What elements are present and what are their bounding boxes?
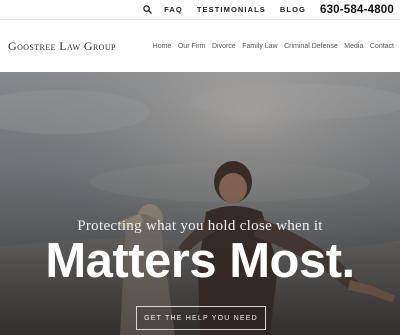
hero-section: Protecting what you hold close when it M… [0,72,400,335]
utility-bar: FAQ TESTIMONIALS BLOG 630-584-4800 [0,0,400,20]
hero-overlay [0,72,400,335]
hero-headline: Matters Most. [45,234,355,288]
testimonials-link[interactable]: TESTIMONIALS [197,5,266,14]
faq-link[interactable]: FAQ [164,5,183,14]
page: FAQ TESTIMONIALS BLOG 630-584-4800 Goost… [0,0,400,335]
nav-item-contact[interactable]: Contact [370,43,394,50]
nav-item-criminal-defense[interactable]: Criminal Defense [284,43,338,50]
nav-item-home[interactable]: Home [153,43,172,50]
get-help-button[interactable]: GET THE HELP YOU NEED [136,306,266,330]
main-nav: Goostree Law Group Home Our Firm Divorce… [0,20,400,72]
search-icon[interactable] [142,5,152,15]
nav-item-media[interactable]: Media [344,43,363,50]
nav-menu: Home Our Firm Divorce Family Law Crimina… [146,43,394,50]
site-logo[interactable]: Goostree Law Group [8,39,116,54]
blog-link[interactable]: BLOG [280,5,306,14]
nav-item-family-law[interactable]: Family Law [242,43,277,50]
phone-number[interactable]: 630-584-4800 [320,4,394,16]
nav-item-our-firm[interactable]: Our Firm [178,43,206,50]
nav-item-divorce[interactable]: Divorce [212,43,236,50]
